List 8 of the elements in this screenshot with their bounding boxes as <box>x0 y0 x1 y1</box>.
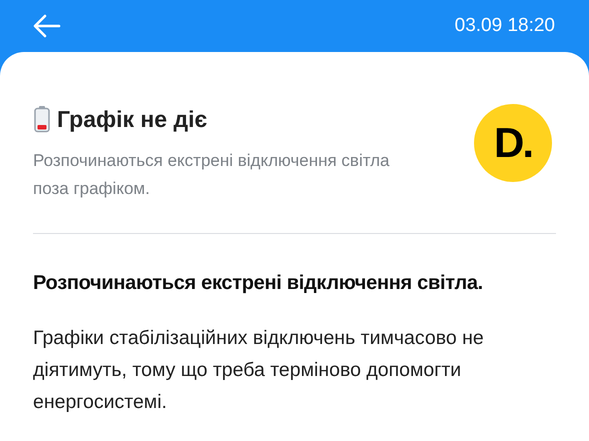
low-battery-icon <box>33 105 51 134</box>
article-body: Графіки стабілізаційних відключень тимчасово не діятимуть, тому що треба терміново допомогти енергосистемі. <box>33 326 485 414</box>
brand-logo: D. <box>474 104 552 182</box>
back-arrow-icon <box>33 14 61 38</box>
article-heading: Розпочинаються екстрені відключення світла. <box>33 270 484 296</box>
time-text: 03.09 18:20 <box>454 14 555 38</box>
notice-title: Графік не діє <box>57 105 208 134</box>
notice-subtitle: Розпочинаються екстрені відключення світла поза графіком. <box>33 150 391 200</box>
